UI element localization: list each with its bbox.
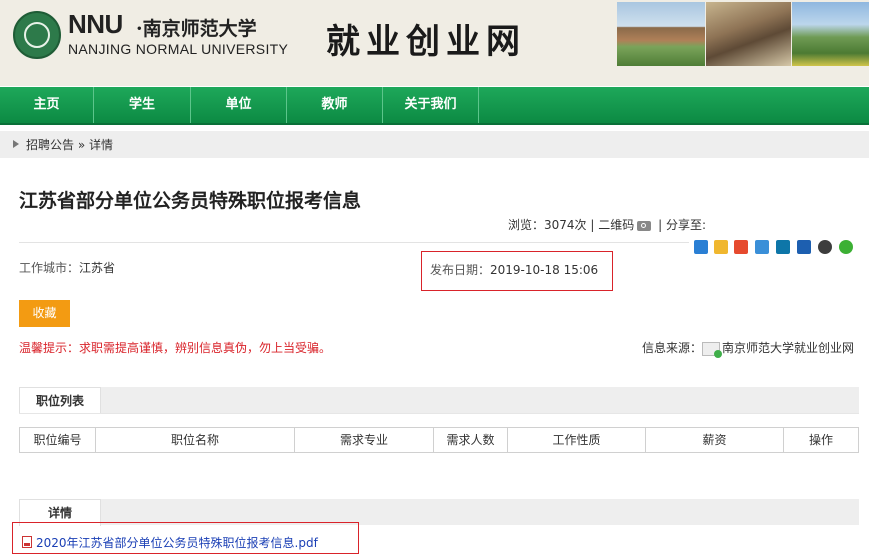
publish-date: 发布日期：2019-10-18 15:06 <box>430 261 598 278</box>
column-header: 薪资 <box>646 428 784 452</box>
tab-underline <box>19 413 859 414</box>
camera-icon <box>637 220 652 231</box>
logo-en-text: NANJING NORMAL UNIVERSITY <box>68 41 289 57</box>
column-header: 需求人数 <box>434 428 508 452</box>
campus-photo-2 <box>706 2 791 66</box>
favorite-button[interactable]: 收藏 <box>19 300 70 327</box>
qr-code-link[interactable]: 二维码 <box>598 218 654 232</box>
column-header: 操作 <box>808 433 833 447</box>
article-meta: 浏览：3074次 | 二维码 | 分享至: <box>508 216 706 233</box>
meta-divider <box>19 242 689 243</box>
nav-item-about[interactable]: 关于我们 <box>383 87 479 123</box>
nav-item-teachers[interactable]: 教师 <box>287 87 383 123</box>
date-label: 发布日期： <box>430 263 491 277</box>
main-nav: 主页 学生 单位 教师 关于我们 <box>0 87 869 125</box>
source-value[interactable]: 南京师范大学就业创业网 <box>722 341 854 355</box>
city-label: 工作城市： <box>19 261 80 275</box>
views-count: 3074次 <box>544 218 587 232</box>
page-title: 江苏省部分单位公务员特殊职位报考信息 <box>19 190 362 212</box>
attachment-link[interactable]: 2020年江苏省部分单位公务员特殊职位报考信息.pdf <box>36 534 318 551</box>
work-city: 工作城市：江苏省 <box>19 259 115 276</box>
logo-dot: · <box>136 18 143 40</box>
tab-positions[interactable]: 职位列表 <box>19 387 101 414</box>
verified-source-icon <box>702 341 723 358</box>
meta-separator: | <box>658 218 663 232</box>
views-label: 浏览： <box>508 218 545 232</box>
share-label: 分享至: <box>665 218 707 232</box>
tencent-weibo-icon[interactable] <box>755 240 769 254</box>
nav-item-employers[interactable]: 单位 <box>191 87 287 123</box>
wechat-icon[interactable] <box>839 240 853 254</box>
qr-code-label: 二维码 <box>598 218 635 232</box>
campus-photo-1 <box>617 2 705 66</box>
breadcrumb-parent-link[interactable]: 招聘公告 <box>26 138 74 152</box>
qq-icon[interactable] <box>818 240 832 254</box>
qzone-icon[interactable] <box>714 240 728 254</box>
column-header: 职位名称 <box>96 428 295 452</box>
column-header: 需求专业 <box>295 428 434 452</box>
positions-table-header: 职位编号 职位名称 需求专业 需求人数 工作性质 薪资 操作 <box>19 427 859 453</box>
site-header: NNU ·南京师范大学 NANJING NORMAL UNIVERSITY 就业… <box>0 0 869 86</box>
positions-tab-bar <box>19 387 859 413</box>
site-title: 就业创业网 <box>326 22 526 62</box>
breadcrumb-current: 详情 <box>89 138 114 152</box>
plus-icon[interactable] <box>694 240 708 254</box>
meta-separator: | <box>590 218 595 232</box>
column-header: 工作性质 <box>508 428 646 452</box>
breadcrumb: 招聘公告 » 详情 <box>26 136 113 153</box>
nav-item-students[interactable]: 学生 <box>94 87 191 123</box>
breadcrumb-separator: » <box>77 138 86 152</box>
date-value: 2019-10-18 15:06 <box>490 263 599 277</box>
info-source: 信息来源： 南京师范大学就业创业网 <box>642 339 854 358</box>
campus-photo-3 <box>792 2 869 66</box>
column-header: 职位编号 <box>20 428 96 452</box>
linkedin-icon[interactable] <box>776 240 790 254</box>
university-seal-logo[interactable] <box>13 11 61 59</box>
pdf-icon <box>22 536 32 548</box>
source-label: 信息来源： <box>642 341 703 355</box>
breadcrumb-bar <box>0 131 869 158</box>
weibo-icon[interactable] <box>734 240 748 254</box>
city-value: 江苏省 <box>79 261 116 275</box>
logo-nnu-text: NNU <box>68 9 123 39</box>
renren-icon[interactable] <box>797 240 811 254</box>
logo-cn-name: 南京师范大学 <box>142 18 257 40</box>
logo-cn-text: ·南京师范大学 <box>136 14 257 41</box>
breadcrumb-arrow-icon <box>13 140 19 148</box>
warning-text: 温馨提示：求职需提高谨慎，辨别信息真伪，勿上当受骗。 <box>19 341 332 355</box>
nav-item-home[interactable]: 主页 <box>0 87 94 123</box>
